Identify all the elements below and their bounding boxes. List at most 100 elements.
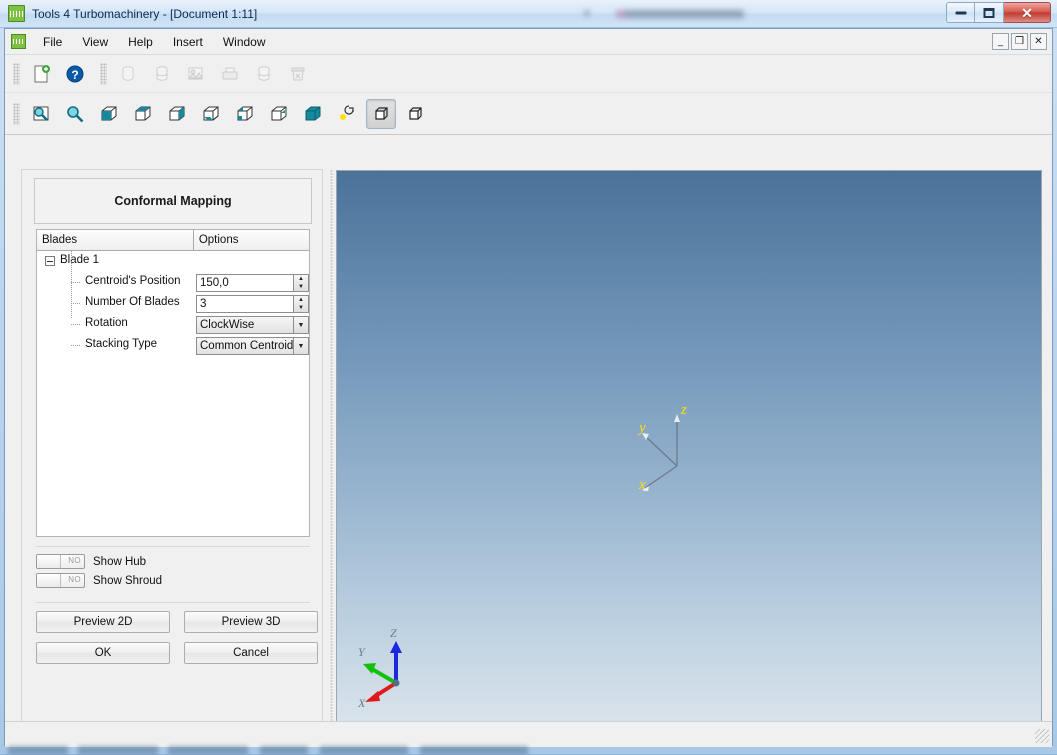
view-top-button[interactable] [128,99,158,129]
menu-item-insert[interactable]: Insert [163,31,213,53]
show-shroud-row[interactable]: NO Show Shroud [36,572,162,589]
chevron-down-icon[interactable]: ▼ [294,316,309,334]
rotate-light-icon [340,104,354,120]
document-logo-icon [11,34,26,49]
centroids-position-stepper[interactable]: ▲ ▼ [294,274,309,292]
zoom-window-button[interactable] [26,99,56,129]
collapse-icon[interactable] [45,256,55,266]
stacking-type-select[interactable]: Common Centroid [196,337,294,355]
delete-database-icon [291,67,305,80]
mdi-close-button[interactable]: ✕ [1030,33,1047,50]
export-image-button [181,59,211,89]
row-label-centroids-position: Centroid's Position [85,275,181,287]
preview-3d-button[interactable]: Preview 3D [184,611,318,633]
3d-viewport[interactable]: z y x Z Y X [336,170,1042,743]
table-row[interactable]: Centroid's Position 150,0 ▲ ▼ [37,272,309,293]
table-row[interactable]: Number Of Blades 3 ▲ ▼ [37,293,309,314]
blades-tree[interactable]: Blades Options Blade 1 Centroid's Positi… [36,229,310,537]
axis-label-x: X [357,696,366,710]
centroids-position-editor[interactable]: 150,0 ▲ ▼ [196,274,309,292]
mdi-restore-button[interactable]: ❐ [1011,33,1028,50]
mdi-window-controls: _ ❐ ✕ [992,33,1047,50]
page-title: Conformal Mapping [114,194,232,208]
application-window: Tools 4 Turbomachinery - [Document 1:11]… [0,0,1057,755]
menu-item-window[interactable]: Window [213,31,276,53]
zoom-fit-button[interactable] [60,99,90,129]
database-copy-icon [258,65,270,81]
cancel-button[interactable]: Cancel [184,642,318,664]
view-iso-button[interactable] [298,99,328,129]
column-header-options[interactable]: Options [193,230,309,251]
database-copy-button [249,59,279,89]
maximize-button[interactable] [975,2,1004,23]
table-row[interactable]: Stacking Type Common Centroid ▼ [37,335,309,356]
save-icon [122,65,134,81]
view-left-button[interactable] [230,99,260,129]
ok-button[interactable]: OK [36,642,170,664]
delete-database-button [283,59,313,89]
column-header-blades[interactable]: Blades [37,230,194,251]
show-shroud-toggle[interactable]: NO [36,573,85,588]
toolbar-grip[interactable] [13,62,20,85]
centroids-position-input[interactable]: 150,0 [196,274,294,292]
new-document-button[interactable] [26,59,56,89]
stepper-up-icon[interactable]: ▲ [294,275,308,283]
stacking-type-editor[interactable]: Common Centroid ▼ [196,337,309,355]
close-button[interactable]: ✕ [1004,2,1051,23]
number-of-blades-stepper[interactable]: ▲ ▼ [294,295,309,313]
menu-item-view[interactable]: View [72,31,118,53]
view-toolbar-grip[interactable] [13,102,20,125]
tree-node-label: Blade 1 [60,254,100,266]
view-front-icon [101,106,117,120]
panel-splitter[interactable] [327,169,336,737]
stepper-up-icon[interactable]: ▲ [294,296,308,304]
table-row[interactable]: Rotation ClockWise ▼ [37,314,309,335]
menu-bar: File View Help Insert Window _ ❐ ✕ [5,29,1052,55]
show-shroud-state: NO [68,575,81,584]
show-hub-toggle[interactable]: NO [36,554,85,569]
zoom-fit-icon [67,105,84,122]
shaded-view-button[interactable] [366,98,396,129]
zoom-window-icon [33,106,49,121]
tree-row-root[interactable]: Blade 1 [37,251,309,272]
show-hub-row[interactable]: NO Show Hub [36,553,146,570]
stepper-down-icon[interactable]: ▼ [294,283,308,291]
axis-label-y: y [637,420,646,436]
minimize-button[interactable] [946,2,975,23]
preview-2d-button[interactable]: Preview 2D [36,611,170,633]
tree-header-row: Blades Options [37,230,309,251]
view-back-icon [271,106,287,120]
view-right-icon [169,106,185,120]
view-right-button[interactable] [162,99,192,129]
rotation-select[interactable]: ClockWise [196,316,294,334]
menu-item-file[interactable]: File [33,31,72,53]
mdi-minimize-button[interactable]: _ [992,33,1009,50]
axis-label-z: z [680,402,687,418]
title-bar[interactable]: Tools 4 Turbomachinery - [Document 1:11]… [0,0,1057,28]
chevron-down-icon[interactable]: ▼ [294,337,309,355]
view-bottom-button[interactable] [196,99,226,129]
save-button [113,59,143,89]
view-back-button[interactable] [264,99,294,129]
rotate-light-button[interactable] [332,99,362,129]
menu-item-help[interactable]: Help [118,31,163,53]
view-left-icon [237,106,253,120]
stepper-down-icon[interactable]: ▼ [294,304,308,312]
help-icon: ? [66,65,84,82]
number-of-blades-input[interactable]: 3 [196,295,294,313]
wireframe-view-button[interactable] [400,99,430,129]
panel-title-box: Conformal Mapping [34,178,312,224]
show-hub-state: NO [68,556,81,565]
show-shroud-label: Show Shroud [93,574,163,587]
export-image-icon [187,67,203,79]
number-of-blades-editor[interactable]: 3 ▲ ▼ [196,295,309,313]
axis-label-x: x [638,477,646,491]
resize-grip[interactable] [1035,729,1049,743]
view-top-icon [135,106,151,120]
database-icon [156,65,168,81]
toolbar-grip-2[interactable] [100,62,107,85]
print-icon [222,67,238,79]
help-button[interactable]: ? [60,59,90,89]
view-front-button[interactable] [94,99,124,129]
rotation-editor[interactable]: ClockWise ▼ [196,316,309,334]
